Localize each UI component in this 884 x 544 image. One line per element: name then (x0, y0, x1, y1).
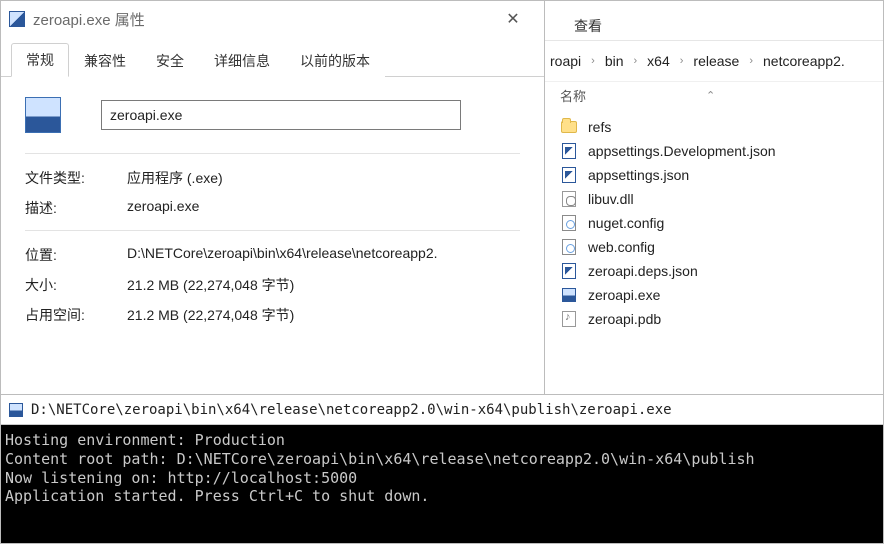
tab-label: 兼容性 (84, 53, 126, 69)
json-file-icon (560, 142, 578, 160)
tab-details[interactable]: 详细信息 (199, 44, 285, 77)
tab-label: 以前的版本 (300, 53, 370, 69)
label: 描述: (25, 198, 117, 218)
file-name: zeroapi.exe (588, 287, 660, 303)
chevron-right-icon: › (585, 55, 601, 67)
label: 占用空间: (25, 305, 117, 325)
list-item[interactable]: refs (546, 115, 877, 139)
tab-previous-versions[interactable]: 以前的版本 (285, 44, 385, 77)
chevron-right-icon: › (628, 55, 644, 67)
app-icon (9, 11, 25, 27)
list-item[interactable]: appsettings.Development.json (546, 139, 877, 163)
exe-file-icon (25, 97, 61, 133)
tab-general[interactable]: 常规 (11, 43, 69, 77)
list-item[interactable]: nuget.config (546, 211, 877, 235)
list-item[interactable]: libuv.dll (546, 187, 877, 211)
properties-dialog: zeroapi.exe 属性 ✕ 常规 兼容性 安全 详细信息 以前的版本 文件… (0, 0, 545, 395)
console-line: Application started. Press Ctrl+C to shu… (5, 487, 429, 505)
json-file-icon (560, 166, 578, 184)
config-file-icon (560, 238, 578, 256)
config-file-icon (560, 214, 578, 232)
file-name: appsettings.json (588, 167, 689, 183)
label: 位置: (25, 245, 117, 265)
breadcrumb-segment[interactable]: roapi (550, 53, 581, 69)
row-size-on-disk: 占用空间: 21.2 MB (22,274,048 字节) (25, 305, 520, 325)
explorer-ribbon: 查看 (540, 1, 883, 41)
json-file-icon (560, 262, 578, 280)
tab-label: 查看 (574, 18, 602, 34)
file-explorer: 查看 roapi › bin › x64 › release › netcore… (539, 0, 884, 395)
sort-indicator-icon: ⌃ (706, 89, 715, 102)
value: 应用程序 (.exe) (127, 168, 520, 188)
tab-security[interactable]: 安全 (141, 44, 199, 77)
dll-file-icon (560, 190, 578, 208)
console-output[interactable]: Hosting environment: Production Content … (1, 425, 883, 512)
console-titlebar[interactable]: D:\NETCore\zeroapi\bin\x64\release\netco… (1, 395, 883, 425)
chevron-right-icon: › (674, 55, 690, 67)
console-line: Hosting environment: Production (5, 431, 285, 449)
console-line: Now listening on: http://localhost:5000 (5, 469, 357, 487)
tab-panel-general: 文件类型: 应用程序 (.exe) 描述: zeroapi.exe 位置: D:… (1, 76, 544, 345)
label: 大小: (25, 275, 117, 295)
tab-label: 安全 (156, 53, 184, 69)
file-name: libuv.dll (588, 191, 634, 207)
console-line: Content root path: D:\NETCore\zeroapi\bi… (5, 450, 755, 468)
properties-title: zeroapi.exe 属性 (33, 9, 145, 30)
list-item[interactable]: zeroapi.exe (546, 283, 877, 307)
pdb-file-icon (560, 310, 578, 328)
console-title: D:\NETCore\zeroapi\bin\x64\release\netco… (31, 402, 672, 418)
label: 文件类型: (25, 168, 117, 188)
breadcrumb-segment[interactable]: netcoreapp2. (763, 53, 845, 69)
value: 21.2 MB (22,274,048 字节) (127, 275, 520, 295)
ribbon-tab-view[interactable]: 查看 (560, 10, 616, 42)
value: zeroapi.exe (127, 198, 520, 218)
value: 21.2 MB (22,274,048 字节) (127, 305, 520, 325)
file-name: refs (588, 119, 611, 135)
file-name: appsettings.Development.json (588, 143, 776, 159)
row-location: 位置: D:\NETCore\zeroapi\bin\x64\release\n… (25, 245, 520, 265)
list-item[interactable]: appsettings.json (546, 163, 877, 187)
tab-label: 详细信息 (214, 53, 270, 69)
row-size: 大小: 21.2 MB (22,274,048 字节) (25, 275, 520, 295)
file-name: web.config (588, 239, 655, 255)
column-header-name[interactable]: 名称 ⌃ (540, 82, 883, 109)
console-app-icon (9, 403, 23, 417)
properties-titlebar[interactable]: zeroapi.exe 属性 ✕ (1, 1, 544, 37)
breadcrumb[interactable]: roapi › bin › x64 › release › netcoreapp… (540, 41, 883, 82)
list-item[interactable]: web.config (546, 235, 877, 259)
chevron-right-icon: › (743, 55, 759, 67)
file-list: refs appsettings.Development.json appset… (540, 109, 883, 337)
list-item[interactable]: zeroapi.deps.json (546, 259, 877, 283)
breadcrumb-segment[interactable]: bin (605, 53, 624, 69)
list-item[interactable]: zeroapi.pdb (546, 307, 877, 331)
value: D:\NETCore\zeroapi\bin\x64\release\netco… (127, 245, 520, 265)
file-name: zeroapi.pdb (588, 311, 661, 327)
breadcrumb-segment[interactable]: release (693, 53, 739, 69)
file-name: zeroapi.deps.json (588, 263, 698, 279)
console-window: D:\NETCore\zeroapi\bin\x64\release\netco… (0, 394, 884, 544)
tab-label: 常规 (26, 52, 54, 68)
close-icon: ✕ (506, 9, 519, 29)
file-name: nuget.config (588, 215, 664, 231)
breadcrumb-segment[interactable]: x64 (647, 53, 670, 69)
row-description: 描述: zeroapi.exe (25, 198, 520, 218)
tab-compatibility[interactable]: 兼容性 (69, 44, 141, 77)
row-file-type: 文件类型: 应用程序 (.exe) (25, 168, 520, 188)
properties-tabstrip: 常规 兼容性 安全 详细信息 以前的版本 (1, 37, 544, 77)
filename-input[interactable] (101, 100, 461, 130)
folder-icon (560, 118, 578, 136)
column-label: 名称 (560, 86, 586, 105)
close-button[interactable]: ✕ (490, 5, 536, 33)
exe-file-icon (560, 286, 578, 304)
